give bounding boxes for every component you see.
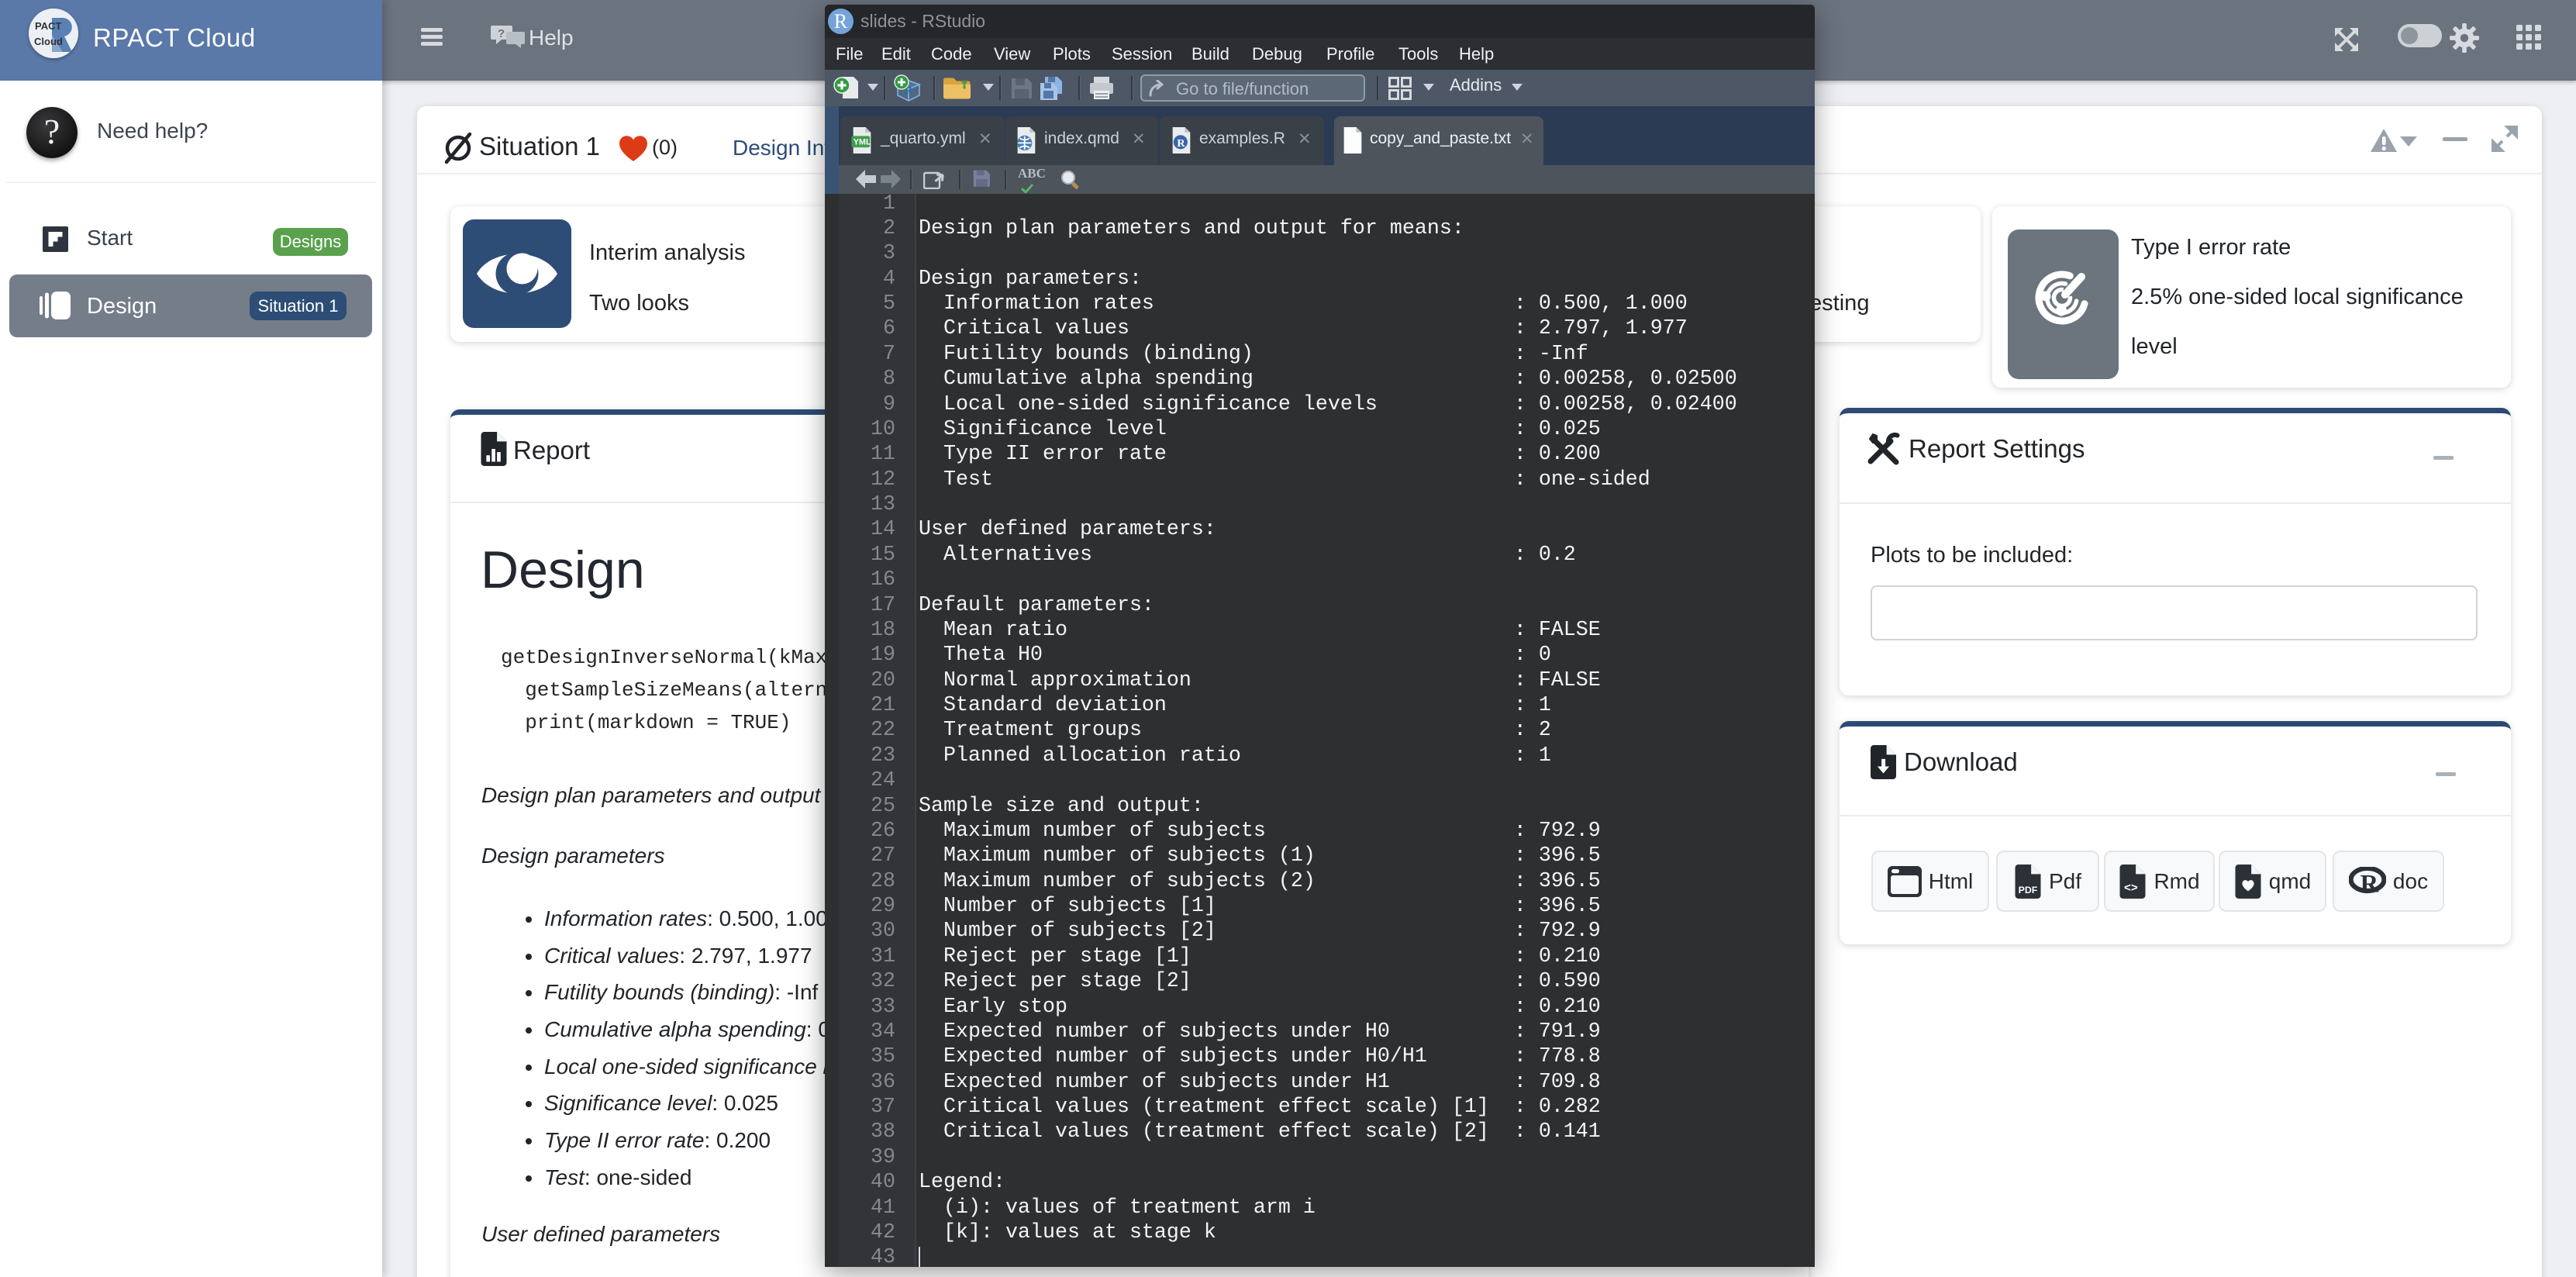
svg-text:PDF: PDF bbox=[2019, 885, 2038, 896]
svg-text:YML: YML bbox=[853, 138, 871, 147]
svg-text:?: ? bbox=[498, 27, 505, 40]
svg-text:R: R bbox=[1177, 137, 1185, 150]
svg-text:<>: <> bbox=[2124, 881, 2138, 894]
svg-text:Cloud: Cloud bbox=[34, 36, 63, 47]
svg-text:R: R bbox=[2360, 870, 2378, 896]
svg-text:PACT: PACT bbox=[35, 20, 61, 32]
